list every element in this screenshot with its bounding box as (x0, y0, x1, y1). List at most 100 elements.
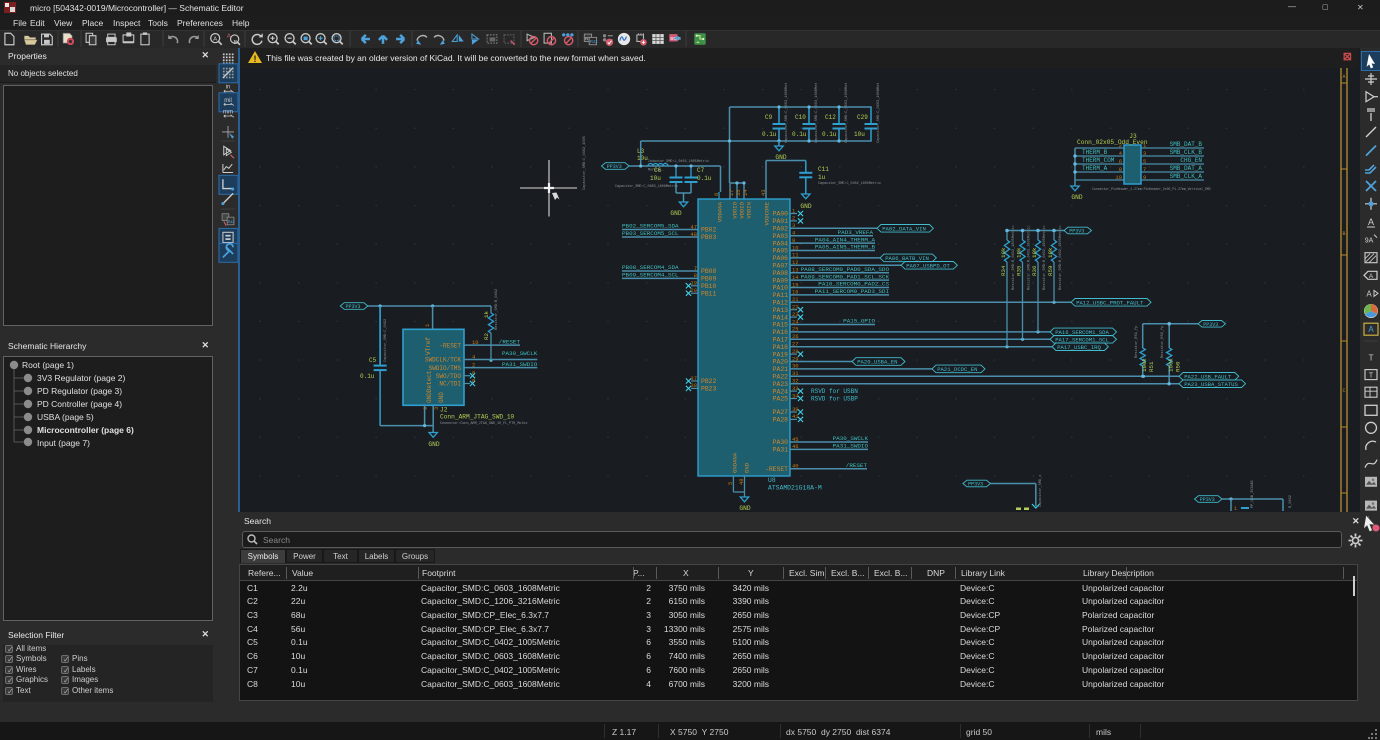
svg-text:Capacitor_SMD:C_0603_1608Met: Capacitor_SMD:C_0603_1608Met (814, 83, 819, 143)
svg-text:Root (page 1): Root (page 1) (22, 360, 74, 370)
svg-text:PA24: PA24 (773, 388, 789, 395)
svg-text:R_0402: R_0402 (1289, 495, 1293, 508)
svg-text:PA12_USBC_PROT_FAULT: PA12_USBC_PROT_FAULT (1076, 299, 1144, 306)
svg-text:GND: GND (428, 441, 439, 448)
svg-text:PB09_SERCOM4_SCL: PB09_SERCOM4_SCL (622, 272, 679, 279)
svg-text:T: T (1369, 373, 1374, 380)
svg-text:Connector:Conn_ARM_JTAG_SWD_10: Connector:Conn_ARM_JTAG_SWD_10_FL_PTH_Mo… (440, 421, 528, 426)
svg-text:/RESET: /RESET (846, 462, 868, 469)
svg-text:VTref: VTref (425, 337, 432, 355)
svg-text:GND: GND (744, 462, 751, 473)
svg-text:Resistor_R50_fp: Resistor_R50_fp (1160, 326, 1165, 358)
svg-text:Input (page 7): Input (page 7) (37, 438, 90, 448)
svg-text:Conn_02x05_Odd_Even: Conn_02x05_Odd_Even (1077, 139, 1148, 146)
svg-text:PA23: PA23 (773, 381, 789, 388)
svg-text:R42: R42 (228, 220, 235, 224)
svg-text:PA11_SERCOM0_PAD3_SDI: PA11_SERCOM0_PAD3_SDI (815, 288, 889, 295)
svg-text:3: 3 (433, 407, 440, 410)
svg-text:THERM_B: THERM_B (1082, 149, 1108, 156)
svg-text:9A: 9A (1365, 238, 1374, 245)
svg-text:PP3V3: PP3V3 (1069, 229, 1084, 235)
svg-text:0.1u: 0.1u (697, 175, 712, 182)
svg-text:Resistor_SMD:R_0402_1005Metric: Resistor_SMD:R_0402_1005Metric (1058, 225, 1063, 290)
svg-text:VDDCORE: VDDCORE (764, 201, 771, 225)
svg-text:PA20: PA20 (773, 359, 789, 366)
svg-text:A: A (1368, 325, 1374, 334)
svg-text:7: 7 (1143, 166, 1146, 173)
svg-text:R2: R2 (483, 333, 490, 340)
svg-text:PP3V3: PP3V3 (346, 304, 361, 310)
svg-text:GND: GND (670, 210, 681, 217)
svg-text:PA19: PA19 (773, 351, 789, 358)
svg-text:10u: 10u (637, 155, 648, 162)
svg-text:PA17_SERCOM1_SCL: PA17_SERCOM1_SCL (1055, 336, 1109, 343)
svg-text:PP3V3: PP3V3 (968, 482, 983, 488)
svg-text:5: 5 (1143, 158, 1146, 165)
svg-text:PA06: PA06 (773, 255, 789, 262)
svg-text:C10: C10 (795, 114, 806, 121)
svg-text:R50: R50 (1175, 361, 1182, 372)
svg-text:10: 10 (1115, 174, 1122, 181)
svg-text:9: 9 (422, 407, 429, 410)
svg-text:PA09: PA09 (773, 277, 789, 284)
svg-text:100k: 100k (1141, 358, 1148, 372)
svg-text:PA27: PA27 (773, 409, 789, 416)
svg-text:mm: mm (223, 110, 233, 116)
svg-text:PA22_USB_FAULT: PA22_USB_FAULT (1184, 373, 1232, 380)
svg-text:B: B (234, 40, 238, 46)
svg-text:35: 35 (735, 189, 742, 196)
svg-text:0.1u: 0.1u (762, 131, 777, 138)
svg-text:PA25: PA25 (773, 396, 789, 403)
svg-text:RSVD for USBN: RSVD for USBN (811, 388, 858, 395)
svg-text:PB09: PB09 (701, 276, 717, 283)
svg-text:PA11: PA11 (773, 292, 789, 299)
svg-text:Inductor_SMD:L_0402_1005Metric: Inductor_SMD:L_0402_1005Metric (648, 159, 709, 164)
svg-text:-RESET: -RESET (765, 466, 788, 473)
svg-text:R34: R34 (1000, 265, 1007, 276)
svg-text:14: 14 (742, 189, 749, 196)
svg-text:VDDANA: VDDANA (717, 201, 724, 222)
svg-text:USBA (page 5): USBA (page 5) (37, 412, 94, 422)
svg-text:mil: mil (224, 98, 232, 104)
svg-text:PA15: PA15 (773, 322, 789, 329)
svg-text:GNDDetect: GNDDetect (426, 371, 433, 403)
svg-text:PP3V3: PP3V3 (1203, 322, 1218, 328)
svg-text:J2: J2 (440, 407, 448, 414)
svg-text:Microcontroller (page 6): Microcontroller (page 6) (37, 425, 134, 435)
svg-text:PA01: PA01 (773, 218, 789, 225)
svg-text:2: 2 (1119, 142, 1122, 149)
svg-text:1u: 1u (818, 174, 826, 181)
svg-text:PB03: PB03 (701, 234, 717, 241)
svg-text:PD Controller (page 4): PD Controller (page 4) (37, 399, 122, 409)
svg-text:Connector_PinHeader_1.27mm:Pin: Connector_PinHeader_1.27mm:PinHeader_2x0… (1092, 187, 1211, 191)
svg-text:8: 8 (1119, 166, 1122, 173)
svg-text:PA12: PA12 (773, 300, 789, 307)
svg-text:R59: R59 (1047, 265, 1054, 276)
svg-text:PB23: PB23 (701, 386, 717, 393)
svg-text:PA18: PA18 (773, 344, 789, 351)
svg-text:Resistor_R51_fp: Resistor_R51_fp (1134, 326, 1139, 358)
svg-text:A: A (1369, 273, 1374, 280)
svg-text:PA17: PA17 (773, 337, 789, 344)
svg-text:THERM_A: THERM_A (1082, 165, 1108, 172)
svg-text:10k: 10k (1047, 247, 1054, 258)
svg-text:10k: 10k (1016, 247, 1023, 258)
svg-text:SMB_DAT_A: SMB_DAT_A (1170, 165, 1203, 172)
svg-text:PA10_SERCOM0_PAD2_CS: PA10_SERCOM0_PAD2_CS (818, 281, 889, 288)
svg-text:C6: C6 (654, 167, 662, 174)
svg-text:PA31_SWDIO: PA31_SWDIO (502, 361, 538, 368)
svg-text:in: in (226, 85, 231, 91)
svg-text:PA05_AIN5_THERM_B: PA05_AIN5_THERM_B (815, 244, 876, 251)
svg-text:R42: R42 (590, 39, 598, 44)
svg-text:GNDANA: GNDANA (732, 452, 739, 473)
svg-text:-RESET: -RESET (439, 342, 461, 349)
svg-text:GND: GND (1071, 194, 1082, 201)
svg-text:6: 6 (1119, 158, 1122, 165)
svg-text:PA04: PA04 (773, 240, 789, 247)
svg-text:PB22: PB22 (701, 378, 717, 385)
svg-text:SWDIO/TMS: SWDIO/TMS (429, 365, 462, 372)
svg-text:6: 6 (713, 193, 720, 196)
svg-text:R51: R51 (1148, 361, 1155, 372)
svg-text:1k: 1k (483, 311, 490, 318)
svg-text:PD Regulator (page 3): PD Regulator (page 3) (37, 386, 122, 396)
